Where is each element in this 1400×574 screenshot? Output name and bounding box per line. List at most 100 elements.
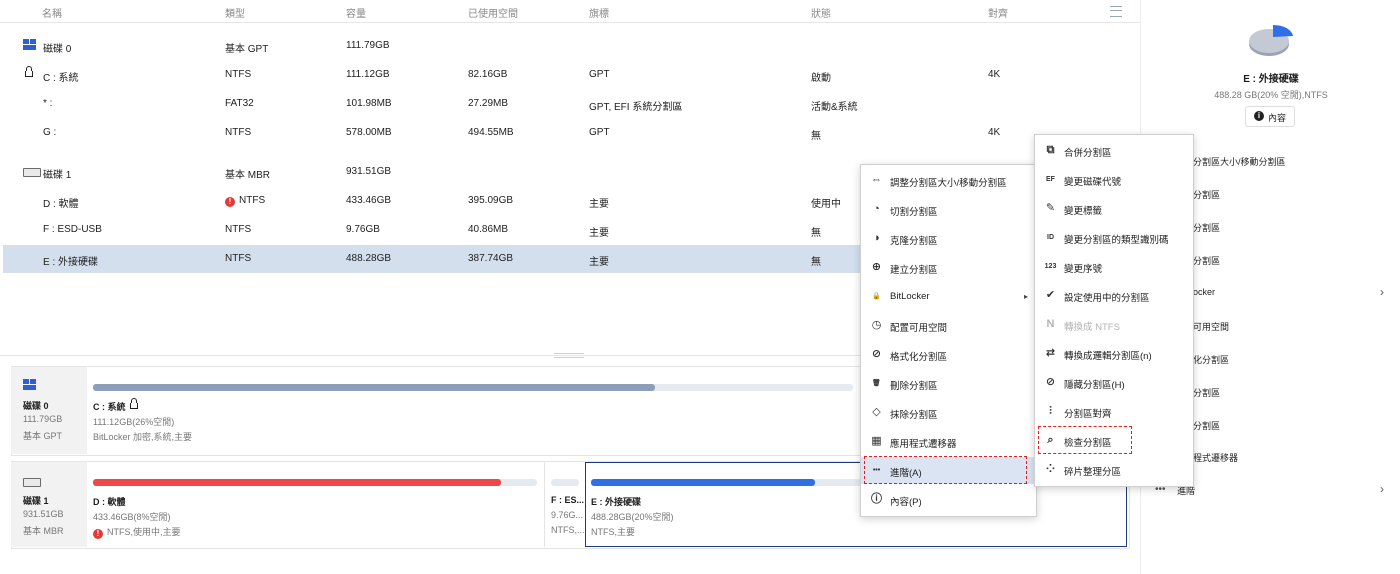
action-item[interactable]: 分割區	[1193, 221, 1220, 234]
menu-item[interactable]: 🔒 BitLocker ▸	[861, 283, 1036, 310]
menu-item-label: 隱藏分割區(H)	[1064, 380, 1125, 391]
col-type-header[interactable]: 類型	[225, 5, 245, 20]
row-used: 387.74GB	[468, 253, 514, 264]
menu-item-label: 碎片整理分區	[1064, 467, 1122, 478]
action-item[interactable]: 化分割區	[1193, 353, 1229, 366]
menu-item-label: 應用程式遷移器	[890, 439, 957, 450]
menu-item[interactable]: ⁘ 碎片整理分區	[1035, 456, 1193, 483]
col-flag-header[interactable]: 旗標	[589, 5, 609, 20]
action-item[interactable]: 分割區	[1193, 188, 1220, 201]
row-used: 82.16GB	[468, 69, 508, 80]
row-status: 無	[811, 228, 821, 239]
e-part-size: 488.28GB(20%空閒)	[591, 512, 674, 522]
menu-item[interactable]: ◑ 克隆分割區	[861, 225, 1036, 252]
pencil-icon: ✎	[1045, 202, 1056, 214]
splitter-grip[interactable]	[554, 353, 584, 358]
action-item[interactable]: ocker	[1193, 287, 1215, 297]
action-item[interactable]: 分割區	[1193, 419, 1220, 432]
disk0-label[interactable]: 磁碟 0 111.79GB 基本 GPT	[11, 367, 87, 454]
row-status: 活動&系統	[811, 102, 858, 113]
table-row[interactable]: G : NTFS 578.00MB 494.55MB GPT 無 4K	[3, 119, 1137, 147]
menu-item[interactable]: ⊘ 隱藏分割區(H)	[1035, 369, 1193, 396]
menu-item[interactable]: ◔ 切割分割區	[861, 196, 1036, 223]
d-part-title: D : 軟體	[93, 497, 126, 507]
hide-icon: ⊘	[1045, 376, 1056, 388]
chevron-right-icon[interactable]: ›	[1380, 482, 1384, 496]
menu-item-label: 抹除分割區	[890, 410, 938, 421]
row-name: 磁碟 0	[43, 44, 72, 55]
menu-item[interactable]: ▦ 應用程式遷移器	[861, 428, 1036, 455]
properties-button-label: 內容	[1268, 113, 1287, 123]
chevron-right-icon[interactable]: ›	[1380, 285, 1384, 299]
action-item[interactable]: 可用空間	[1193, 320, 1229, 333]
menu-item[interactable]: ⌕ 檢查分割區	[1035, 426, 1193, 454]
info-icon: i	[1254, 111, 1264, 121]
disk1-size: 931.51GB	[23, 509, 64, 519]
row-flag: GPT, EFI 系統分割區	[589, 102, 683, 113]
row-used: 395.09GB	[468, 195, 514, 206]
menu-item[interactable]: ✎ 變更標籤	[1035, 195, 1193, 222]
menu-item[interactable]: ⇔ 調整分割區大小/移動分割區	[861, 167, 1036, 194]
row-type: NTFS	[225, 224, 252, 235]
c-part-title[interactable]: C : 系統	[93, 398, 139, 413]
menu-item[interactable]: ••• 進階(A)	[861, 456, 1036, 484]
menu-item-label: 轉換成邏輯分割區(n)	[1064, 351, 1152, 362]
e-part-title: E : 外接硬碟	[591, 497, 642, 507]
menu-item[interactable]: ID 變更分割區的類型識別碼	[1035, 224, 1193, 251]
disk1-label[interactable]: 磁碟 1 931.51GB 基本 MBR	[11, 462, 87, 547]
row-flag: 主要	[589, 199, 609, 210]
action-item[interactable]: 分割區	[1193, 386, 1220, 399]
row-type: 基本 GPT	[225, 44, 269, 55]
menu-item-label: 變更標籤	[1064, 206, 1103, 217]
table-row[interactable]: * : FAT32 101.98MB 27.29MB GPT, EFI 系統分割區 活動&…	[3, 90, 1137, 118]
table-row[interactable]: C : 系統 NTFS 111.12GB 82.16GB GPT 啟動 4K	[3, 61, 1137, 89]
row-capacity: 488.28GB	[346, 253, 392, 264]
action-item[interactable]: 程式遷移器	[1193, 451, 1238, 464]
menu-item-label: 設定使用中的分割區	[1064, 293, 1150, 304]
col-name-header[interactable]: 名稱	[42, 5, 62, 20]
row-capacity: 931.51GB	[346, 166, 392, 177]
action-item[interactable]: 分割區大小/移動分割區	[1193, 155, 1286, 168]
f-part-title: F : ES...	[551, 495, 585, 505]
menu-item[interactable]: ◷ 配置可用空間	[861, 312, 1036, 339]
d-part-size: 433.46GB(8%空閒)	[93, 512, 171, 522]
disk1-title: 磁碟 1	[23, 496, 49, 506]
col-status-header[interactable]: 狀態	[811, 5, 831, 20]
menu-item-label: 配置可用空間	[890, 323, 948, 334]
menu-item[interactable]: ⊘ 格式化分割區	[861, 341, 1036, 368]
split-icon: ◔	[873, 203, 880, 215]
menu-item[interactable]: ⧉ 合併分割區	[1035, 137, 1193, 164]
menu-item-label: 調整分割區大小/移動分割區	[890, 178, 1007, 189]
menu-item[interactable]: ⫶ 分割區對齊	[1035, 398, 1193, 425]
row-used: 40.86MB	[468, 224, 509, 235]
row-type: ! NTFS	[225, 195, 265, 207]
menu-item[interactable]: ✔ 設定使用中的分割區	[1035, 282, 1193, 309]
col-capacity-header[interactable]: 容量	[346, 5, 366, 20]
column-settings-icon[interactable]	[1110, 6, 1122, 17]
menu-item[interactable]: 123 變更序號	[1035, 253, 1193, 280]
highlight-box	[864, 456, 1027, 484]
menu-item[interactable]: EF 變更磁碟代號	[1035, 166, 1193, 193]
c-part-desc: BitLocker 加密,系統,主要	[93, 432, 193, 442]
menu-item[interactable]: 🗑 刪除分割區	[861, 370, 1036, 397]
f-usage-bar-bg	[551, 479, 579, 486]
row-used: 27.29MB	[468, 98, 509, 109]
row-flag: 主要	[589, 228, 609, 239]
menu-item[interactable]: ⇄ 轉換成邏輯分割區(n)	[1035, 340, 1193, 367]
lock-icon	[25, 66, 33, 77]
align-icon: ⫶	[1049, 405, 1052, 417]
menu-item[interactable]: ⊕ 建立分割區	[861, 254, 1036, 281]
action-item[interactable]: 分割區	[1193, 254, 1220, 267]
row-type: NTFS	[225, 127, 252, 138]
submenu-arrow-icon: ▸	[1024, 292, 1029, 301]
menu-item[interactable]: ◇ 抹除分割區	[861, 399, 1036, 426]
row-name: E : 外接硬碟	[43, 257, 99, 268]
row-flag: GPT	[589, 69, 610, 80]
disk-row[interactable]: 磁碟 0 基本 GPT 111.79GB	[3, 32, 1137, 60]
menu-item[interactable]: ⓘ 內容(P)	[861, 486, 1036, 513]
col-align-header[interactable]: 對齊	[988, 5, 1008, 20]
menu-item-label: 格式化分割區	[890, 352, 948, 363]
col-used-header[interactable]: 已使用空間	[468, 5, 518, 20]
properties-button[interactable]: i 內容	[1245, 106, 1295, 127]
disk0-size: 111.79GB	[23, 414, 63, 424]
